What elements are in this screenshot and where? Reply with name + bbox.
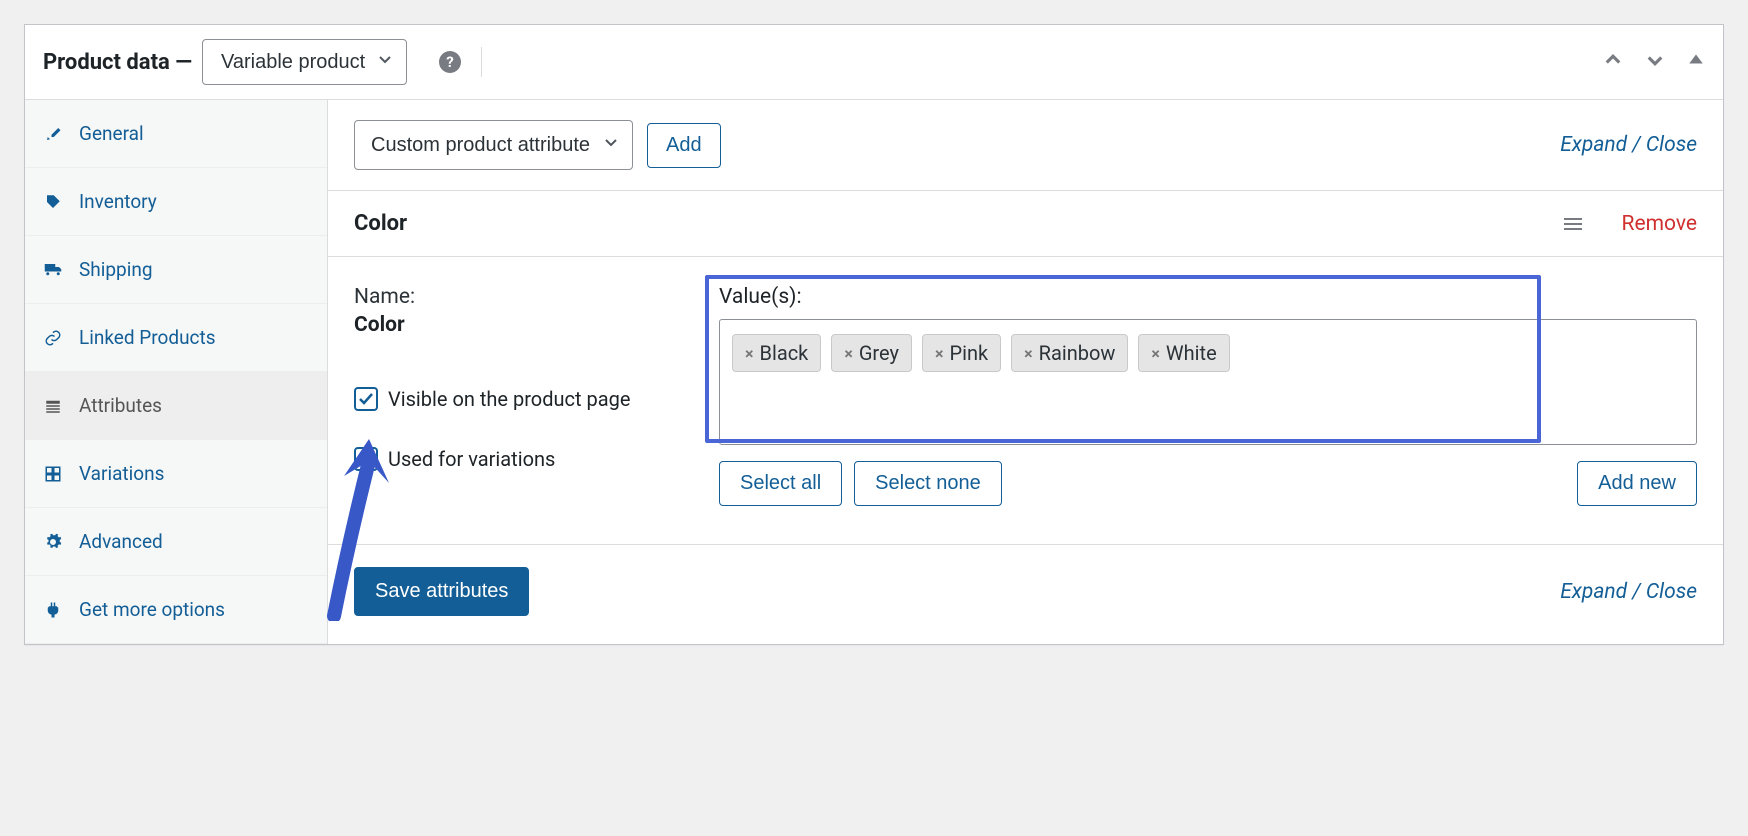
attribute-name: Color — [354, 313, 699, 337]
attribute-header[interactable]: Color Remove — [328, 191, 1723, 257]
variations-checkbox-label: Used for variations — [388, 447, 555, 471]
value-tag[interactable]: × Black — [732, 334, 821, 372]
attribute-type-select[interactable]: Custom product attribute — [354, 120, 633, 170]
sidebar-item-inventory[interactable]: Inventory — [25, 168, 327, 236]
variations-checkbox-row[interactable]: Used for variations — [354, 447, 699, 471]
chevron-up-icon[interactable] — [1603, 50, 1623, 74]
attributes-toolbar: Custom product attribute Add Expand / Cl… — [328, 100, 1723, 191]
list-icon — [43, 396, 63, 416]
attribute-body: Name: Color Visible on the product page — [328, 257, 1723, 544]
checkbox-checked-icon[interactable] — [354, 387, 378, 411]
add-new-value-button[interactable]: Add new — [1577, 461, 1697, 506]
plug-icon — [43, 600, 63, 620]
value-tag-label: Pink — [949, 341, 988, 365]
product-type-select-wrap: Variable product — [202, 39, 407, 85]
select-none-button[interactable]: Select none — [854, 461, 1002, 506]
remove-tag-icon[interactable]: × — [844, 344, 853, 363]
visible-checkbox-label: Visible on the product page — [388, 387, 630, 411]
triangle-up-icon[interactable] — [1687, 50, 1705, 74]
sidebar-item-advanced[interactable]: Advanced — [25, 508, 327, 576]
values-actions: Select all Select none Add new — [719, 461, 1697, 506]
panel-title: Product data — — [43, 50, 192, 75]
expand-close-link[interactable]: Expand / Close — [1560, 133, 1697, 157]
value-tag[interactable]: × Pink — [922, 334, 1001, 372]
value-tag[interactable]: × Rainbow — [1011, 334, 1128, 372]
tag-icon — [43, 192, 63, 212]
value-tag[interactable]: × Grey — [831, 334, 912, 372]
sidebar-item-label: Variations — [79, 462, 164, 485]
value-tag-label: Black — [760, 341, 809, 365]
value-tag[interactable]: × White — [1138, 334, 1229, 372]
sidebar-item-label: Linked Products — [79, 326, 216, 349]
drag-handle-icon[interactable] — [1564, 218, 1582, 230]
value-tag-label: White — [1166, 341, 1217, 365]
expand-close-link[interactable]: Expand / Close — [1560, 580, 1697, 604]
wrench-icon — [43, 124, 63, 144]
divider — [481, 47, 482, 77]
grid-icon — [43, 464, 63, 484]
sidebar-item-label: Attributes — [79, 394, 162, 417]
sidebar: General Inventory Shipping Linked Produc… — [25, 100, 328, 644]
attribute-right-col: Value(s): × Black × Grey × Pink × Rainbow × White… — [719, 285, 1697, 506]
value-tag-label: Grey — [859, 341, 899, 365]
remove-tag-icon[interactable]: × — [1024, 344, 1033, 363]
values-input[interactable]: × Black × Grey × Pink × Rainbow × White — [719, 319, 1697, 445]
save-attributes-button[interactable]: Save attributes — [354, 567, 529, 616]
remove-tag-icon[interactable]: × — [1151, 344, 1160, 363]
value-tag-label: Rainbow — [1039, 341, 1116, 365]
panel-header: Product data — Variable product ? — [25, 25, 1723, 100]
panel-toggles — [1603, 50, 1705, 74]
values-label: Value(s): — [719, 285, 1697, 309]
sidebar-item-label: General — [79, 122, 144, 145]
add-attribute-button[interactable]: Add — [647, 123, 721, 168]
sidebar-item-shipping[interactable]: Shipping — [25, 236, 327, 304]
sidebar-item-label: Get more options — [79, 598, 225, 621]
visible-checkbox-row[interactable]: Visible on the product page — [354, 387, 699, 411]
help-icon[interactable]: ? — [439, 51, 461, 73]
remove-tag-icon[interactable]: × — [745, 344, 754, 363]
sidebar-item-label: Advanced — [79, 530, 163, 553]
sidebar-item-label: Inventory — [79, 190, 157, 213]
gear-icon — [43, 532, 63, 552]
sidebar-item-more[interactable]: Get more options — [25, 576, 327, 644]
main-content: Custom product attribute Add Expand / Cl… — [328, 100, 1723, 644]
attributes-footer: Save attributes Expand / Close — [328, 545, 1723, 638]
product-type-select[interactable]: Variable product — [202, 39, 407, 85]
attribute-type-select-wrap: Custom product attribute — [354, 120, 633, 170]
remove-attribute-link[interactable]: Remove — [1622, 212, 1698, 236]
panel-body: General Inventory Shipping Linked Produc… — [25, 100, 1723, 644]
sidebar-item-general[interactable]: General — [25, 100, 327, 168]
attribute-left-col: Name: Color Visible on the product page — [354, 285, 699, 506]
product-data-panel: Product data — Variable product ? — [24, 24, 1724, 645]
select-all-button[interactable]: Select all — [719, 461, 842, 506]
sidebar-item-attributes[interactable]: Attributes — [25, 372, 327, 440]
attribute-block: Color Remove Name: Color — [328, 191, 1723, 545]
sidebar-item-label: Shipping — [79, 258, 153, 281]
sidebar-item-variations[interactable]: Variations — [25, 440, 327, 508]
truck-icon — [43, 260, 63, 280]
chevron-down-icon[interactable] — [1645, 50, 1665, 74]
link-icon — [43, 328, 63, 348]
attribute-title: Color — [354, 211, 407, 236]
name-label: Name: — [354, 285, 699, 309]
sidebar-item-linked[interactable]: Linked Products — [25, 304, 327, 372]
remove-tag-icon[interactable]: × — [935, 344, 944, 363]
checkbox-checked-icon[interactable] — [354, 447, 378, 471]
